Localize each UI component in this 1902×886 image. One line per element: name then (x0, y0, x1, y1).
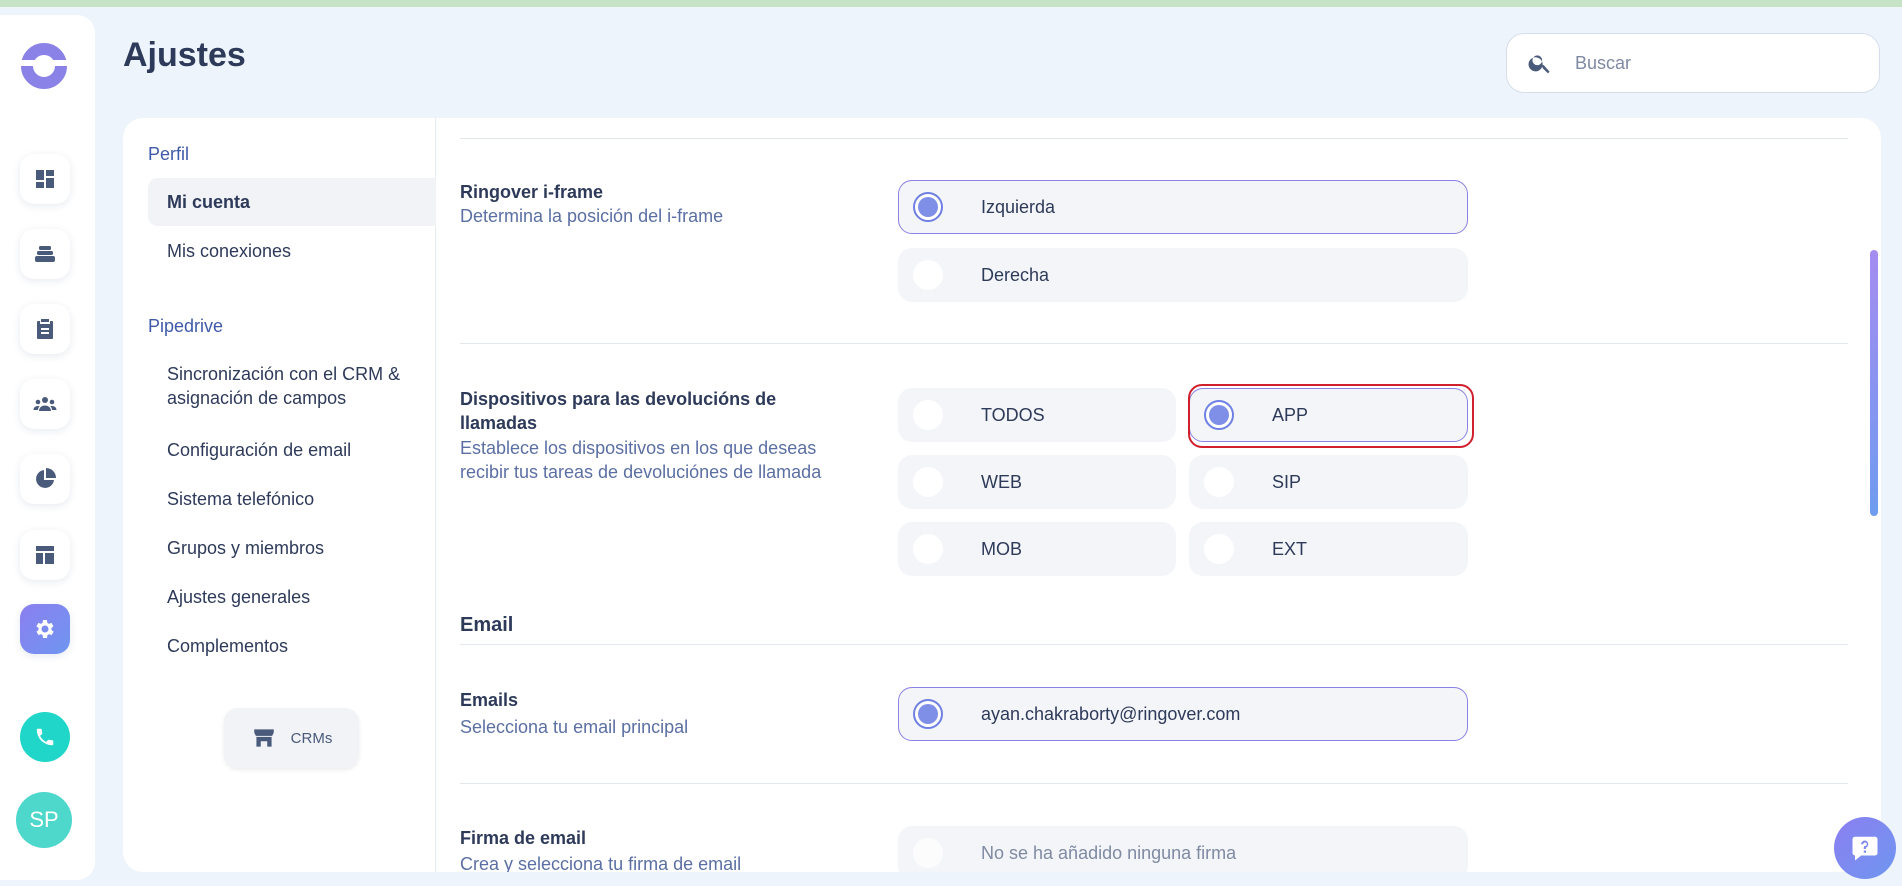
divider (460, 783, 1848, 784)
email-option-primary[interactable]: ayan.chakraborty@ringover.com (898, 687, 1468, 741)
settings-content: Ringover i-frame Determina la posición d… (437, 118, 1881, 872)
iframe-title: Ringover i-frame (460, 182, 604, 202)
nav-stack[interactable] (20, 229, 70, 279)
search-box[interactable] (1506, 33, 1880, 93)
divider (460, 138, 1848, 139)
app-option-highlight (1188, 384, 1474, 448)
avatar[interactable]: SP (16, 792, 72, 848)
radio-disabled (913, 838, 943, 868)
nav-layout[interactable] (20, 530, 70, 580)
subnav-item-ajustes-generales[interactable]: Ajustes generales (148, 573, 436, 621)
option-label: MOB (981, 538, 1023, 559)
device-option-sip[interactable]: SIP (1189, 455, 1468, 509)
subnav-group-perfil: Perfil (148, 144, 190, 164)
dashboard-icon (36, 170, 54, 188)
nav-settings[interactable] (20, 604, 70, 654)
call-button[interactable] (20, 712, 70, 762)
subnav-item-mis-conexiones[interactable]: Mis conexiones (148, 227, 436, 275)
devices-desc-line1: Establece los dispositivos en los que de… (460, 438, 817, 458)
divider (460, 644, 1848, 645)
iframe-desc: Determina la posición del i-frame (460, 206, 724, 226)
crms-label: CRMs (290, 729, 333, 747)
nav-analytics[interactable] (20, 454, 70, 504)
radio-unselected (913, 260, 943, 290)
scrollbar[interactable] (1870, 250, 1878, 516)
team-icon (33, 397, 57, 411)
device-option-ext[interactable]: EXT (1189, 522, 1468, 576)
subnav-item-sincronizacion[interactable]: Sincronización con el CRM & asignación d… (148, 362, 418, 412)
device-option-todos[interactable]: TODOS (898, 388, 1176, 442)
radio-unselected (913, 400, 943, 430)
subnav-group-pipedrive: Pipedrive (148, 316, 224, 336)
gear-icon (36, 620, 54, 638)
settings-subnav: Perfil Mi cuenta Mis conexiones Pipedriv… (123, 118, 436, 872)
subnav-item-complementos[interactable]: Complementos (148, 622, 436, 670)
emails-title: Emails (460, 690, 519, 710)
phone-icon (36, 728, 54, 746)
stack-icon (35, 246, 55, 262)
crms-button[interactable]: CRMs (224, 708, 359, 768)
clipboard-icon (37, 319, 53, 339)
page-title: Ajustes (123, 36, 246, 74)
signature-option-empty[interactable]: No se ha añadido ninguna firma (898, 826, 1468, 872)
devices-title-line1: Dispositivos para las devolucións de (460, 389, 777, 409)
divider (460, 343, 1848, 344)
device-option-mob[interactable]: MOB (898, 522, 1176, 576)
layout-icon (36, 546, 54, 564)
email-section-title: Email (460, 614, 514, 636)
radio-unselected (913, 534, 943, 564)
radio-unselected (1204, 534, 1234, 564)
radio-unselected (913, 467, 943, 497)
pie-chart-icon (36, 468, 56, 488)
subnav-item-sistema-telefonico[interactable]: Sistema telefónico (148, 475, 436, 523)
option-label: TODOS (981, 404, 1045, 425)
settings-card: Perfil Mi cuenta Mis conexiones Pipedriv… (123, 118, 1881, 872)
store-icon (253, 729, 274, 747)
option-label: Derecha (981, 264, 1050, 285)
signature-desc: Crea y selecciona tu firma de email (460, 854, 742, 872)
radio-selected (913, 699, 943, 729)
search-input[interactable] (1575, 52, 1855, 74)
subnav-item-config-email[interactable]: Configuración de email (148, 426, 436, 474)
option-label: EXT (1272, 538, 1308, 559)
top-strip (0, 0, 1902, 7)
emails-desc: Selecciona tu email principal (460, 717, 689, 737)
radio-selected (913, 192, 943, 222)
app-logo[interactable] (19, 43, 69, 89)
help-button[interactable] (1834, 817, 1896, 879)
signature-title: Firma de email (460, 828, 587, 848)
devices-title-line2: llamadas (460, 413, 538, 433)
help-chat-icon (1852, 836, 1878, 861)
nav-contacts[interactable] (20, 379, 70, 429)
option-label: ayan.chakraborty@ringover.com (981, 703, 1241, 724)
option-label: Izquierda (981, 196, 1056, 217)
option-label: SIP (1272, 471, 1302, 492)
nav-dashboard[interactable] (20, 154, 70, 204)
devices-desc-line2: recibir tus tareas de devoluciónes de ll… (460, 462, 822, 482)
iframe-option-izquierda[interactable]: Izquierda (898, 180, 1468, 234)
option-label: WEB (981, 471, 1023, 492)
radio-unselected (1204, 467, 1234, 497)
option-label: No se ha añadido ninguna firma (981, 842, 1237, 863)
subnav-item-grupos[interactable]: Grupos y miembros (148, 524, 436, 572)
search-icon (1528, 55, 1550, 74)
subnav-item-mi-cuenta[interactable]: Mi cuenta (148, 178, 436, 226)
iframe-option-derecha[interactable]: Derecha (898, 248, 1468, 302)
nav-tasks[interactable] (20, 304, 70, 354)
device-option-web[interactable]: WEB (898, 455, 1176, 509)
